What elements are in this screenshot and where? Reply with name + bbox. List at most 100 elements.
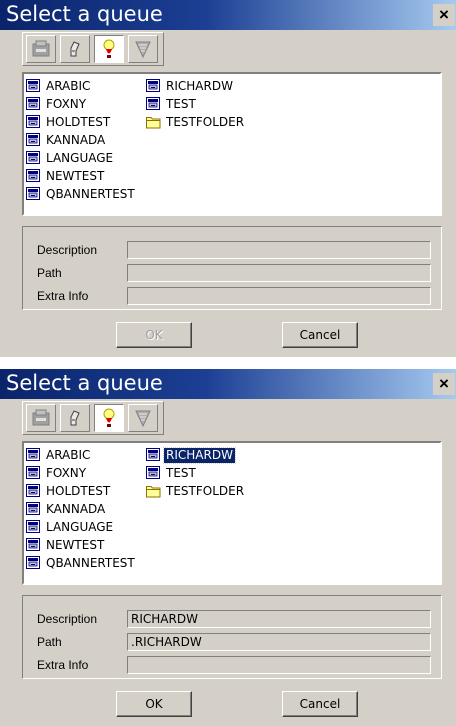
find-printer-icon xyxy=(70,41,80,57)
queue-item-label: QBANNERTEST xyxy=(46,186,135,201)
queue-item[interactable]: TEST xyxy=(146,95,246,113)
printer-queue-icon xyxy=(26,484,41,498)
queue-list[interactable]: ARABIC FOXNY HOLDTEST KANNADA LANGUAGE NEWTES… xyxy=(22,441,442,585)
queue-item[interactable]: TESTFOLDER xyxy=(146,482,246,500)
ok-button[interactable]: OK xyxy=(116,691,192,717)
cancel-button[interactable]: Cancel xyxy=(282,322,358,348)
title-bar: Select a queue × xyxy=(0,369,456,399)
queue-list-column-1: ARABIC FOXNY HOLDTEST KANNADA LANGUAGE NEWTES… xyxy=(26,77,137,203)
queue-item-label: KANNADA xyxy=(46,132,106,147)
find-printer-button[interactable] xyxy=(60,404,90,432)
queue-item[interactable]: FOXNY xyxy=(26,95,137,113)
path-label: Path xyxy=(37,635,62,649)
path-label: Path xyxy=(37,266,62,280)
queue-item[interactable]: QBANNERTEST xyxy=(26,554,137,572)
toolbar xyxy=(22,401,164,435)
printer-queue-icon xyxy=(146,79,161,93)
network-tree-button[interactable] xyxy=(128,35,158,63)
title-bar: Select a queue × xyxy=(0,0,456,30)
queue-item[interactable]: HOLDTEST xyxy=(26,482,137,500)
extra-info-field xyxy=(127,656,431,674)
description-field xyxy=(127,241,431,259)
queue-item-label: QBANNERTEST xyxy=(46,555,135,570)
queue-item[interactable]: RICHARDW xyxy=(146,77,246,95)
queue-item-label: HOLDTEST xyxy=(46,483,111,498)
queue-item[interactable]: LANGUAGE xyxy=(26,518,137,536)
printer-queue-icon xyxy=(26,97,41,111)
queue-item-label: ARABIC xyxy=(46,78,91,93)
toolbar xyxy=(22,32,164,66)
select-queue-dialog: Select a queue × ARABIC FOXNY HOLDTEST KANN… xyxy=(0,0,456,357)
select-queue-dialog: Select a queue × ARABIC FOXNY HOLDTEST KANN… xyxy=(0,369,456,726)
printer-queue-icon xyxy=(146,466,161,480)
queue-item[interactable]: RICHARDW xyxy=(146,446,246,464)
queue-item-label: NEWTEST xyxy=(46,168,105,183)
printer-queue-icon xyxy=(26,538,41,552)
lightbulb-button[interactable] xyxy=(94,404,124,432)
queue-item-label: NEWTEST xyxy=(46,537,105,552)
queue-item-label: FOXNY xyxy=(46,465,87,480)
queue-item-label: HOLDTEST xyxy=(46,114,111,129)
printer-queue-icon xyxy=(26,151,41,165)
queue-item[interactable]: KANNADA xyxy=(26,500,137,518)
queue-item-label: TESTFOLDER xyxy=(166,483,245,498)
queue-list-column-1: ARABIC FOXNY HOLDTEST KANNADA LANGUAGE NEWTES… xyxy=(26,446,137,572)
queue-item[interactable]: NEWTEST xyxy=(26,536,137,554)
queue-item[interactable]: LANGUAGE xyxy=(26,149,137,167)
printer-queue-icon xyxy=(26,520,41,534)
printer-queue-icon xyxy=(26,79,41,93)
extra-info-label: Extra Info xyxy=(37,658,89,672)
queue-item-label: TESTFOLDER xyxy=(166,114,245,129)
close-button[interactable]: × xyxy=(433,4,455,26)
printer-queue-icon xyxy=(146,97,161,111)
lightbulb-button[interactable] xyxy=(94,35,124,63)
extra-info-field xyxy=(127,287,431,305)
printer-queue-icon xyxy=(26,556,41,570)
find-printer-icon xyxy=(70,410,80,426)
queue-item[interactable]: HOLDTEST xyxy=(26,113,137,131)
queue-list[interactable]: ARABIC FOXNY HOLDTEST KANNADA LANGUAGE NEWTES… xyxy=(22,72,442,216)
extra-info-label: Extra Info xyxy=(37,289,89,303)
queue-item[interactable]: NEWTEST xyxy=(26,167,137,185)
queue-item-label: RICHARDW xyxy=(163,446,236,464)
queue-properties-button[interactable] xyxy=(26,35,56,63)
printer-queue-icon xyxy=(26,502,41,516)
queue-item[interactable]: TESTFOLDER xyxy=(146,113,246,131)
queue-item[interactable]: KANNADA xyxy=(26,131,137,149)
queue-item[interactable]: QBANNERTEST xyxy=(26,185,137,203)
description-field: RICHARDW xyxy=(127,610,431,628)
queue-item-label: RICHARDW xyxy=(166,78,233,93)
printer-queue-icon xyxy=(26,115,41,129)
ok-button[interactable]: OK xyxy=(116,322,192,348)
network-tree-button[interactable] xyxy=(128,404,158,432)
path-field xyxy=(127,264,431,282)
printer-queue-icon xyxy=(26,169,41,183)
dialog-title: Select a queue xyxy=(6,371,163,395)
printer-queue-icon xyxy=(26,448,41,462)
queue-item-label: FOXNY xyxy=(46,96,87,111)
queue-info-group: Description Path Extra Info xyxy=(22,226,442,310)
find-printer-button[interactable] xyxy=(60,35,90,63)
queue-item-label: TEST xyxy=(166,96,196,111)
queue-item[interactable]: ARABIC xyxy=(26,446,137,464)
queue-item[interactable]: ARABIC xyxy=(26,77,137,95)
queue-item[interactable]: FOXNY xyxy=(26,464,137,482)
queue-list-column-2: RICHARDW TEST TESTFOLDER xyxy=(146,446,246,500)
cancel-button[interactable]: Cancel xyxy=(282,691,358,717)
queue-item-label: TEST xyxy=(166,465,196,480)
lightbulb-icon xyxy=(103,408,115,427)
lightbulb-icon xyxy=(103,39,115,58)
queue-item-label: LANGUAGE xyxy=(46,519,114,534)
queue-item-label: KANNADA xyxy=(46,501,106,516)
printer-queue-icon xyxy=(146,448,161,462)
queue-item-label: LANGUAGE xyxy=(46,150,114,165)
printer-queue-icon xyxy=(26,133,41,147)
folder-icon xyxy=(146,484,161,498)
dialog-title: Select a queue xyxy=(6,2,163,26)
network-tree-icon xyxy=(135,41,151,59)
queue-info-group: Description RICHARDW Path .RICHARDW Extr… xyxy=(22,595,442,679)
queue-item[interactable]: TEST xyxy=(146,464,246,482)
queue-properties-button[interactable] xyxy=(26,404,56,432)
close-button[interactable]: × xyxy=(433,373,455,395)
printer-queue-icon xyxy=(26,466,41,480)
